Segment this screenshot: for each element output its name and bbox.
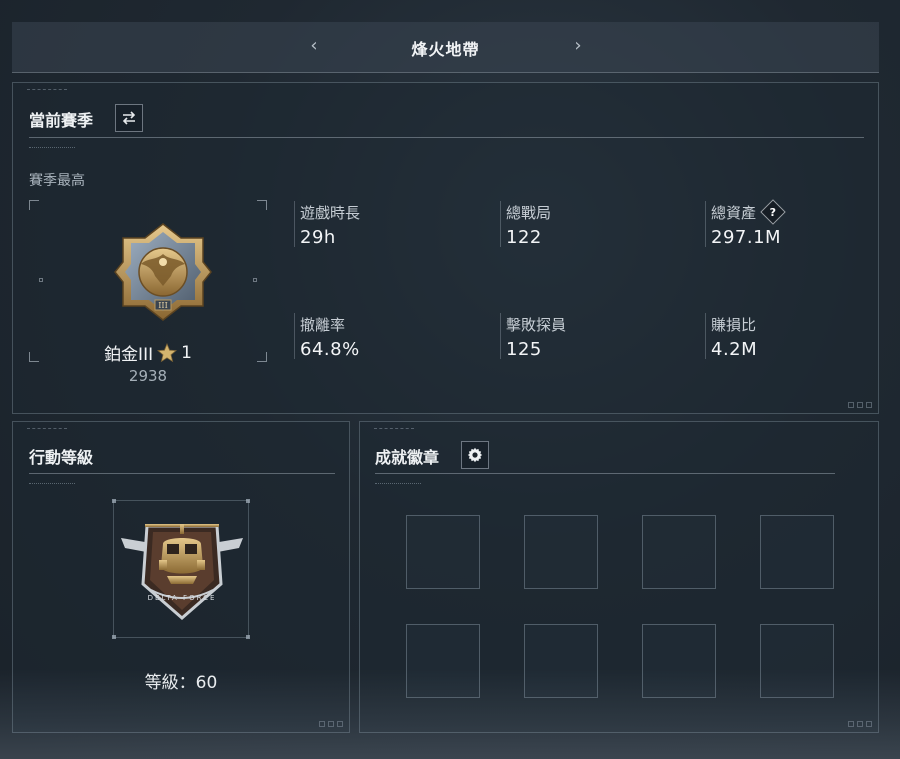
badge-slot[interactable] (406, 624, 480, 698)
svg-text:DELTA FORCE: DELTA FORCE (148, 594, 217, 602)
action-level-value: 等級：60 (144, 673, 218, 693)
svg-text:III: III (158, 301, 167, 310)
badge-slot[interactable] (760, 624, 834, 698)
swap-icon (122, 111, 136, 125)
badge-slot[interactable] (642, 515, 716, 589)
chevron-right-icon: › (574, 35, 582, 56)
mode-title: 烽火地帶 (411, 40, 480, 59)
rank-score: 2938 (128, 367, 168, 385)
switch-season-button[interactable] (115, 104, 143, 132)
achievements-settings-button[interactable] (461, 441, 489, 469)
rank-name: 鉑金III 1 (104, 342, 192, 365)
help-icon[interactable]: ? (760, 199, 786, 225)
badge-slot[interactable] (524, 624, 598, 698)
action-level-panel: 行動等級 DELTA FORCE 等級：60 (12, 421, 350, 733)
badge-slot[interactable] (760, 515, 834, 589)
current-season-panel: 當前賽季 賽季最高 III 鉑金III 1 2938 遊戲時長 29h 總戰局 … (12, 82, 879, 414)
stat-profit-ratio: 賺損比 4.2M (705, 313, 900, 360)
divider (375, 473, 835, 474)
gear-icon (467, 447, 483, 463)
achievements-title: 成就徽章 (375, 448, 440, 467)
stat-extract-rate: 撤離率 64.8% (294, 313, 500, 360)
stat-total-assets: 總資產 ? 297.1M (705, 199, 900, 248)
season-best-label: 賽季最高 (29, 173, 85, 189)
badge-slot[interactable] (524, 515, 598, 589)
helicopter-emblem-icon: DELTA FORCE (121, 524, 243, 620)
badge-slot[interactable] (642, 624, 716, 698)
star-icon (157, 342, 178, 362)
stat-total-matches: 總戰局 122 (500, 201, 706, 248)
badge-slot[interactable] (406, 515, 480, 589)
divider (29, 473, 335, 474)
stat-operators-defeated: 擊敗探員 125 (500, 313, 706, 360)
action-level-title: 行動等級 (29, 448, 94, 467)
achievements-panel: 成就徽章 (359, 421, 879, 733)
divider (29, 137, 864, 138)
rank-frame: III (29, 200, 267, 362)
next-mode-button[interactable]: › (566, 35, 590, 59)
stat-play-time: 遊戲時長 29h (294, 201, 500, 248)
rank-emblem-icon: III (114, 223, 212, 321)
mode-header: ‹ 烽火地帶 › (12, 22, 879, 73)
current-season-title: 當前賽季 (29, 111, 94, 130)
